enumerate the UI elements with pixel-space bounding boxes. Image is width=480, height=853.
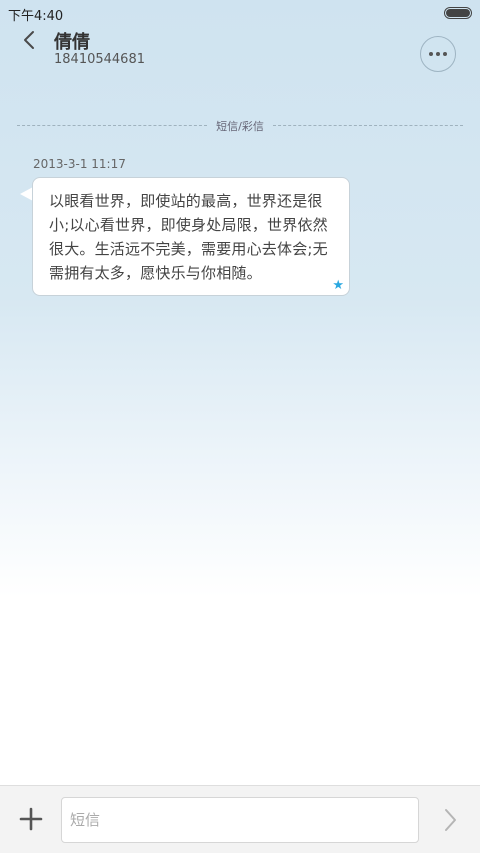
message-text: 以眼看世界，即使站的最高，世界还是很 小;以心看世界，即使身处局限，世界依然 很… xyxy=(49,189,333,285)
send-button[interactable] xyxy=(438,806,462,834)
more-dots-icon xyxy=(443,52,447,56)
battery-level xyxy=(446,9,470,17)
add-attachment-button[interactable] xyxy=(18,806,44,832)
chevron-right-icon xyxy=(445,809,456,831)
divider-label: 短信/彩信 xyxy=(216,120,264,133)
battery-icon xyxy=(444,7,472,19)
message-bubble[interactable]: 以眼看世界，即使站的最高，世界还是很 小;以心看世界，即使身处局限，世界依然 很… xyxy=(32,177,350,296)
contact-number: 18410544681 xyxy=(54,52,145,67)
more-dots-icon xyxy=(436,52,440,56)
message-type-divider: 短信/彩信 xyxy=(17,118,463,133)
message-line: 很大。生活远不完美，需要用心去体会;无 xyxy=(49,240,328,258)
more-dots-icon xyxy=(429,52,433,56)
more-options-button[interactable] xyxy=(420,36,456,72)
star-icon: ★ xyxy=(332,278,344,293)
composer-bar xyxy=(0,785,480,853)
message-line: 需拥有太多，愿快乐与你相随。 xyxy=(49,264,262,282)
plus-icon xyxy=(19,807,43,831)
contact-name: 倩倩 xyxy=(54,32,90,53)
message-timestamp: 2013-3-1 11:17 xyxy=(33,157,126,171)
divider-line-right xyxy=(273,125,463,126)
message-line: 小;以心看世界，即使身处局限，世界依然 xyxy=(49,216,328,234)
chevron-left-icon xyxy=(24,31,34,49)
status-bar: 下午4:40 xyxy=(0,0,480,26)
message-input[interactable] xyxy=(61,797,419,843)
back-button[interactable] xyxy=(18,28,44,54)
status-time: 下午4:40 xyxy=(8,9,64,24)
conversation-header: 倩倩 18410544681 xyxy=(0,26,480,96)
message-line: 以眼看世界，即使站的最高，世界还是很 xyxy=(49,192,323,210)
